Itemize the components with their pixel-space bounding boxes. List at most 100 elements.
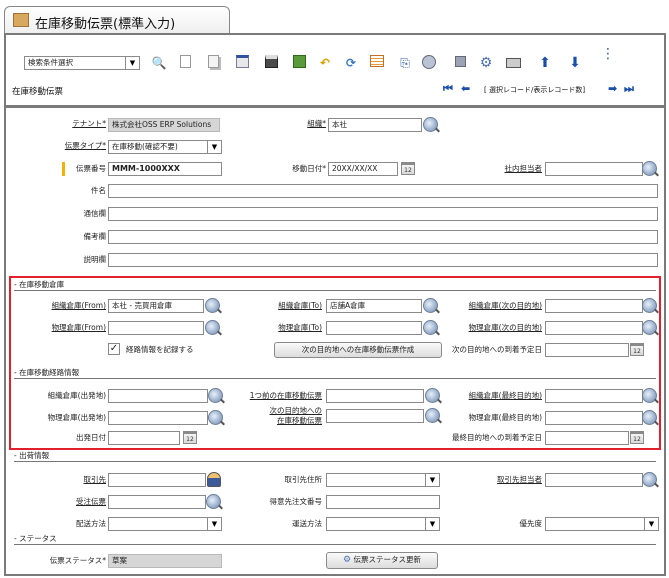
org-wh-next-label[interactable]: 組織倉庫(次の目的地) <box>450 300 542 312</box>
user-icon[interactable] <box>207 472 221 487</box>
staff-field[interactable] <box>545 162 643 176</box>
search-icon[interactable] <box>642 298 657 313</box>
warehouse-section-title[interactable]: - 在庫移動倉庫 <box>14 279 64 290</box>
search-icon[interactable] <box>206 494 221 509</box>
phys-wh-next-field[interactable] <box>545 321 643 335</box>
update-status-button[interactable]: ⚙ 伝票ステータス更新 <box>326 552 438 569</box>
prev-doc-field[interactable] <box>326 389 424 403</box>
org-wh-to-field[interactable]: 店舗A倉庫 <box>326 299 422 313</box>
next-doc-field[interactable] <box>326 409 424 423</box>
search-icon[interactable] <box>205 320 220 335</box>
search-icon[interactable] <box>642 161 657 176</box>
tenant-label[interactable]: テナント* <box>40 118 106 130</box>
org-wh-from-field[interactable]: 本社 - 売買用倉庫 <box>108 299 204 313</box>
zoom-icon[interactable] <box>421 55 437 71</box>
subject-field[interactable] <box>108 184 658 198</box>
final-arrival-field[interactable] <box>545 431 629 445</box>
new-icon[interactable] <box>177 55 193 71</box>
org-wh-final-label[interactable]: 組織倉庫(最終目的地) <box>450 390 542 402</box>
search-icon[interactable] <box>423 298 438 313</box>
up-arrow-icon[interactable]: ⬆ <box>537 55 553 71</box>
partner-staff-label[interactable]: 取引先担当者 <box>450 474 542 486</box>
register-icon[interactable] <box>234 55 250 71</box>
prev-doc-label[interactable]: 1つ前の在庫移動伝票 <box>240 390 322 402</box>
delivery-method-select[interactable]: ▼ <box>108 517 222 531</box>
print-preview-icon[interactable] <box>452 55 468 71</box>
more-icon[interactable]: ⋮ <box>600 47 616 66</box>
search-icon[interactable] <box>208 410 223 425</box>
calendar-icon[interactable]: 12 <box>630 431 644 444</box>
phys-wh-to-field[interactable] <box>326 321 422 335</box>
last-record-icon[interactable]: ⏭ <box>624 82 634 96</box>
calendar-icon[interactable]: 12 <box>183 431 197 444</box>
calendar-icon[interactable]: 12 <box>630 343 644 356</box>
settings-icon[interactable]: ⚙ <box>478 55 494 71</box>
customer-docno-field[interactable] <box>326 495 440 509</box>
org-wh-from-label[interactable]: 組織倉庫(From) <box>30 300 106 312</box>
order-label[interactable]: 受注伝票 <box>30 496 106 508</box>
search-icon[interactable]: 🔍 <box>151 55 167 71</box>
phys-wh-from-label[interactable]: 物理倉庫(From) <box>30 322 106 334</box>
route-section-title[interactable]: - 在庫移動経路情報 <box>14 367 79 378</box>
phys-wh-depart-field[interactable] <box>108 411 208 425</box>
phys-wh-next-label[interactable]: 物理倉庫(次の目的地) <box>450 322 542 334</box>
phys-wh-from-field[interactable] <box>108 321 204 335</box>
save-icon[interactable] <box>263 55 279 71</box>
down-arrow-icon[interactable]: ⬇ <box>567 55 583 71</box>
next-record-icon[interactable]: ➡ <box>608 82 617 95</box>
partner-site-select[interactable]: ▼ <box>326 473 440 487</box>
window-tab[interactable]: 在庫移動伝票(標準入力) <box>4 6 230 34</box>
status-section-title[interactable]: - ステータス <box>14 533 57 544</box>
create-next-doc-button[interactable]: 次の目的地への在庫移動伝票作成 <box>274 342 442 358</box>
carrier-select[interactable]: ▼ <box>326 517 440 531</box>
order-field[interactable] <box>108 495 206 509</box>
search-icon[interactable] <box>423 320 438 335</box>
search-icon[interactable] <box>642 320 657 335</box>
org-wh-to-label[interactable]: 組織倉庫(To) <box>250 300 322 312</box>
partner-staff-field[interactable] <box>545 473 643 487</box>
record-route-checkbox[interactable]: ✓ <box>108 343 120 355</box>
search-icon[interactable] <box>208 388 223 403</box>
docno-field[interactable]: MMM-1000XXX <box>108 162 222 176</box>
partner-label[interactable]: 取引先 <box>30 474 107 486</box>
first-record-icon[interactable]: ⏮ <box>443 82 453 96</box>
doctype-label[interactable]: 伝票タイプ* <box>40 140 106 152</box>
list-icon[interactable] <box>369 55 385 71</box>
doctype-select[interactable]: 在庫移動(確認不要) ▼ <box>108 140 222 154</box>
partner-field[interactable] <box>108 473 206 487</box>
attach-icon[interactable]: ⎘ <box>397 55 413 71</box>
search-icon[interactable] <box>642 388 657 403</box>
phys-wh-final-field[interactable] <box>545 411 643 425</box>
comm-field[interactable] <box>108 207 658 221</box>
delete-icon[interactable] <box>291 55 307 71</box>
remark-field[interactable] <box>108 230 658 244</box>
depart-date-field[interactable] <box>108 431 180 445</box>
staff-label[interactable]: 社内担当者 <box>470 163 543 175</box>
undo-icon[interactable]: ↶ <box>317 55 333 71</box>
search-icon[interactable] <box>205 298 220 313</box>
next-doc-label-2[interactable]: 在庫移動伝票 <box>240 415 322 427</box>
search-icon[interactable] <box>425 408 440 423</box>
phys-wh-to-label[interactable]: 物理倉庫(To) <box>250 322 322 334</box>
prev-record-icon[interactable]: ⬅ <box>461 82 470 95</box>
search-icon[interactable] <box>642 410 657 425</box>
movedate-field[interactable]: 20XX/XX/XX <box>328 162 398 176</box>
search-icon[interactable] <box>425 388 440 403</box>
org-wh-next-field[interactable] <box>545 299 643 313</box>
org-wh-depart-field[interactable] <box>108 389 208 403</box>
shipping-section-title[interactable]: - 出荷情報 <box>14 450 49 461</box>
search-icon[interactable] <box>423 117 438 132</box>
search-condition-select[interactable]: 検索条件選択 ▼ <box>24 56 140 70</box>
refresh-icon[interactable]: ⟳ <box>343 55 359 71</box>
section-divider <box>14 290 656 291</box>
org-wh-final-field[interactable] <box>545 389 643 403</box>
search-icon[interactable] <box>642 472 657 487</box>
print-icon[interactable] <box>505 55 521 71</box>
copy-icon[interactable] <box>205 55 221 71</box>
priority-select[interactable]: ▼ <box>545 517 659 531</box>
org-field[interactable]: 本社 <box>328 118 422 132</box>
desc-field[interactable] <box>108 253 658 267</box>
calendar-icon[interactable]: 12 <box>401 162 415 175</box>
next-arrival-field[interactable] <box>545 343 629 357</box>
org-label[interactable]: 組織* <box>260 118 326 130</box>
